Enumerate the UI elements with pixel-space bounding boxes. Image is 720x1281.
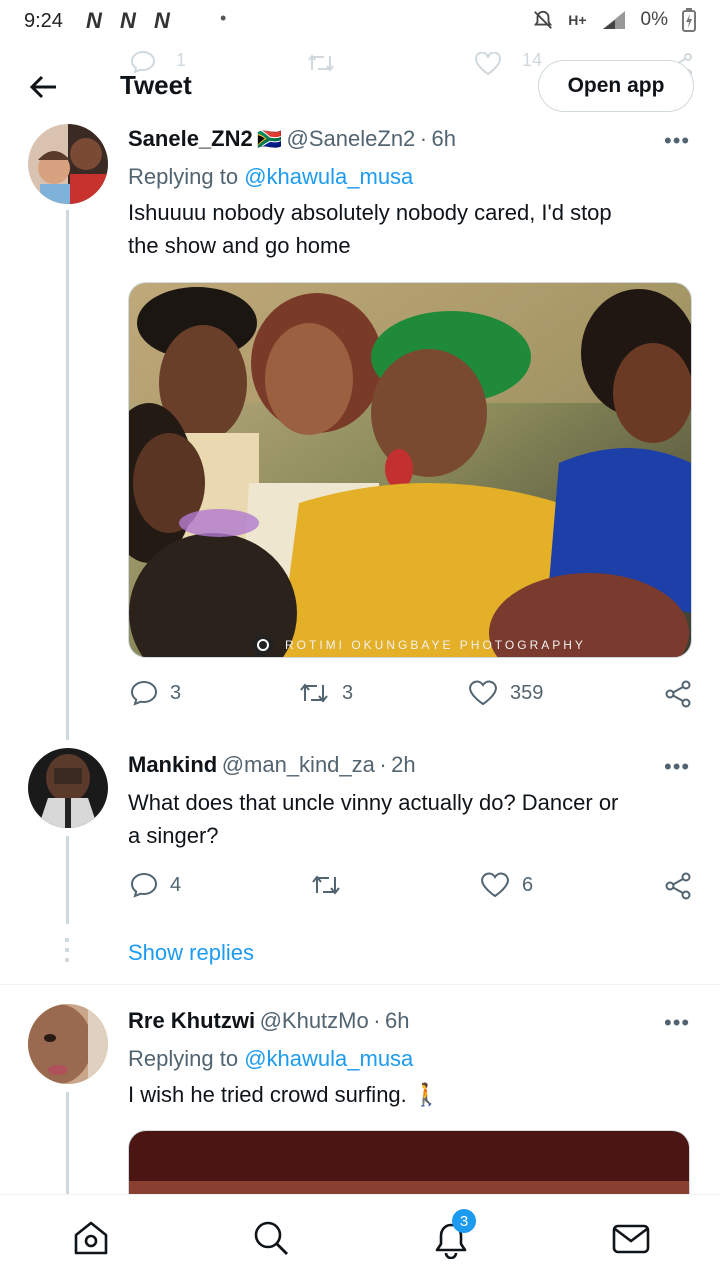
ghost-like-icon [475, 52, 501, 76]
show-replies-link[interactable]: Show replies [128, 940, 254, 966]
user-handle[interactable]: @man_kind_za [222, 752, 375, 777]
replying-prefix: Replying to [128, 1046, 239, 1071]
separator: · [419, 126, 428, 151]
avatar-khutzwi[interactable] [28, 1004, 108, 1084]
reply-count: 3 [170, 681, 182, 704]
display-name[interactable]: Sanele_ZN2 [128, 126, 253, 151]
display-name[interactable]: Mankind [128, 752, 217, 777]
separator: · [373, 1008, 381, 1033]
messages-icon[interactable] [612, 1223, 650, 1255]
thread-line [66, 1092, 69, 1194]
retweet-action[interactable] [310, 872, 354, 898]
page-title: Tweet [120, 70, 192, 100]
like-action[interactable]: 6 [480, 872, 533, 898]
ghost-retweet-icon [308, 54, 334, 72]
ghost-like-count: 14 [522, 50, 543, 70]
ghost-reply-count: 1 [176, 50, 187, 70]
user-handle[interactable]: @SaneleZn2 [287, 126, 416, 151]
tweet-text-line: a singer? [128, 823, 219, 848]
status-time: 9:24 [24, 10, 63, 32]
notifications-badge: 3 [452, 1209, 476, 1233]
status-right: H+ 0% [532, 8, 696, 32]
tweet-text: What does that uncle vinny actually do? … [128, 786, 698, 852]
heart-icon [468, 680, 498, 706]
tweet-photo[interactable] [128, 1130, 690, 1194]
photo-watermark: ROTIMI OKUNGBAYE PHOTOGRAPHY [251, 633, 586, 657]
mute-icon [534, 10, 553, 29]
tweet-time[interactable]: 6h [432, 126, 456, 151]
home-icon[interactable] [72, 1219, 110, 1257]
retweet-count: 3 [342, 681, 354, 704]
divider [0, 984, 720, 985]
tweet-text-line: the show and go home [128, 233, 351, 258]
retweet-icon [312, 875, 340, 895]
reply-action[interactable]: 4 [130, 872, 181, 898]
like-count: 359 [510, 681, 544, 704]
photo-image [129, 1181, 689, 1194]
user-handle[interactable]: @KhutzMo [260, 1008, 369, 1033]
status-bar: 9:24 N N N • H+ 0% [0, 0, 720, 44]
tweet-time[interactable]: 6h [385, 1008, 409, 1033]
tweet-actions: 3 3 359 [128, 678, 692, 712]
retweet-action[interactable]: 3 [298, 680, 353, 706]
reply-count: 4 [170, 873, 182, 896]
tweet-text-line: I wish he tried crowd surfing. 🚶 [128, 1082, 441, 1107]
avatar-photo [28, 1004, 108, 1084]
reply-icon [130, 680, 158, 706]
photo-image [129, 283, 691, 657]
like-action[interactable]: 359 [468, 680, 543, 706]
tweet-header: Mankind @man_kind_za · 2h [128, 752, 416, 778]
tweet-actions: 4 6 [128, 870, 692, 904]
display-name[interactable]: Rre Khutzwi [128, 1008, 255, 1033]
battery-percent: 0% [640, 9, 668, 30]
replying-prefix: Replying to [128, 164, 239, 189]
tweet-time[interactable]: 2h [391, 752, 415, 777]
country-flag: 🇿🇦 [257, 129, 283, 151]
search-icon[interactable] [252, 1219, 290, 1257]
like-count: 6 [522, 873, 534, 896]
bottom-nav: 3 [0, 1194, 720, 1281]
tweet-text: I wish he tried crowd surfing. 🚶 [128, 1078, 698, 1111]
share-icon[interactable] [664, 872, 692, 900]
replying-to-link[interactable]: @khawula_musa [244, 164, 413, 189]
watermark-text: ROTIMI OKUNGBAYE PHOTOGRAPHY [285, 638, 586, 652]
avatar-mankind[interactable] [28, 748, 108, 828]
battery-charging-icon [682, 8, 696, 32]
thread-line [66, 210, 69, 740]
more-options-icon[interactable]: ••• [664, 754, 690, 780]
retweet-icon [300, 683, 328, 703]
thread-dots [65, 938, 69, 968]
back-arrow-icon[interactable] [26, 70, 60, 104]
data-signal-label: H+ [568, 12, 587, 28]
more-options-icon[interactable]: ••• [664, 1010, 690, 1036]
separator: · [379, 752, 387, 777]
thread-line [66, 836, 69, 924]
more-options-icon[interactable]: ••• [664, 128, 690, 154]
tweet-text-line: Ishuuuu nobody absolutely nobody cared, … [128, 200, 612, 225]
cell-signal-icon [602, 11, 625, 29]
share-icon[interactable] [664, 680, 692, 708]
notification-dot: • [220, 8, 227, 28]
replying-to-link[interactable]: @khawula_musa [244, 1046, 413, 1071]
top-header: 1 14 Tweet Open app [0, 44, 720, 128]
tweet-text: Ishuuuu nobody absolutely nobody cared, … [128, 196, 698, 262]
avatar-sanele[interactable] [28, 124, 108, 204]
tweet-text-line: What does that uncle vinny actually do? … [128, 790, 619, 815]
tweet-photo[interactable]: ROTIMI OKUNGBAYE PHOTOGRAPHY [128, 282, 692, 658]
tweet-header: Rre Khutzwi @KhutzMo · 6h [128, 1008, 409, 1034]
avatar-photo [28, 748, 108, 828]
network-icons: N N N [86, 8, 176, 33]
avatar-photo [28, 124, 108, 204]
heart-icon [480, 872, 510, 898]
replying-to: Replying to @khawula_musa [128, 164, 413, 190]
watermark-logo-icon [252, 634, 274, 656]
tweet-header: Sanele_ZN2 🇿🇦 @SaneleZn2 · 6h [128, 126, 456, 152]
reply-icon [130, 872, 158, 898]
open-app-button[interactable]: Open app [538, 60, 694, 112]
reply-action[interactable]: 3 [130, 680, 181, 706]
replying-to: Replying to @khawula_musa [128, 1046, 413, 1072]
